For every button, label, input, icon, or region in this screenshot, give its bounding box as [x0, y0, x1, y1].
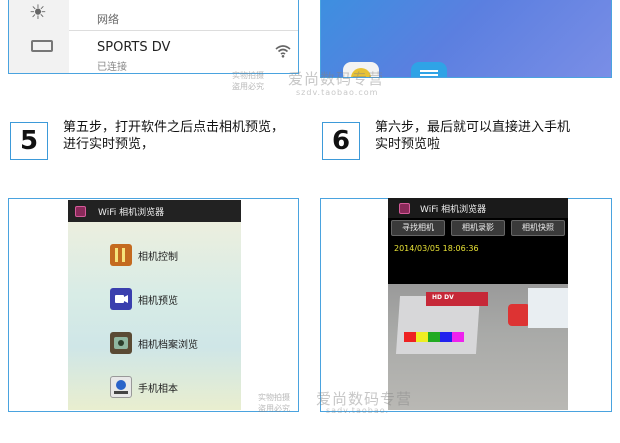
home-screen-screenshot	[320, 0, 612, 78]
camera-record-button[interactable]: 相机录影	[451, 220, 505, 236]
video-camera-icon	[110, 288, 132, 310]
brightness-icon: ☀	[29, 0, 47, 24]
app-logo-icon	[399, 203, 410, 214]
app-launcher-screenshot: WiFi 相机浏览器 相机控制 相机预览 相机档案浏览 手机相本	[68, 200, 241, 410]
watermark-url: szdv.taobao.com	[296, 88, 379, 97]
step-6-text: 第六步，最后就可以直接进入手机 实时预览啦	[375, 120, 571, 152]
watermark-small: 实物拍摄 盗用必究	[232, 71, 264, 91]
app-logo-icon	[75, 206, 86, 217]
app-title-bar: WiFi 相机浏览器	[388, 198, 568, 218]
keyboard-icon	[31, 40, 53, 52]
preview-timestamp: 2014/03/05 18:06:36	[394, 244, 479, 253]
watermark-small: 实物拍摄 盗用必究	[258, 393, 290, 413]
menu-label: 相机档案浏览	[138, 340, 198, 351]
app-title: WiFi 相机浏览器	[98, 208, 165, 218]
menu-label: 手机相本	[138, 384, 178, 395]
divider	[69, 30, 298, 31]
app-title-bar: WiFi 相机浏览器	[68, 200, 241, 222]
preview-monitor	[528, 288, 568, 328]
live-preview-screenshot: WiFi 相机浏览器 寻找相机 相机录影 相机快照 2014/03/05 18:…	[388, 198, 568, 410]
preview-color-strip	[404, 332, 464, 342]
preview-red-object	[508, 304, 530, 326]
step-5-number: 5	[10, 122, 48, 160]
preview-box-label: HD DV	[432, 294, 454, 301]
wifi-settings-screenshot: ☀ 网络 SPORTS DV 已连接	[8, 0, 299, 74]
album-icon	[110, 376, 132, 398]
app-title: WiFi 相机浏览器	[420, 205, 487, 215]
live-camera-preview: HD DV	[388, 284, 568, 410]
wifi-signal-icon	[275, 44, 291, 62]
menu-label: 相机控制	[138, 252, 178, 263]
camera-control-icon	[110, 244, 132, 266]
app-icon[interactable]	[411, 62, 447, 77]
step-5-text: 第五步，打开软件之后点击相机预览， 进行实时预览，	[63, 120, 285, 152]
find-camera-button[interactable]: 寻找相机	[391, 220, 445, 236]
watermark-url: sadv.taobao.	[326, 406, 390, 415]
wifi-network-name[interactable]: SPORTS DV	[97, 40, 170, 55]
menu-label: 相机预览	[138, 296, 178, 307]
camera-snapshot-button[interactable]: 相机快照	[511, 220, 565, 236]
archive-icon	[110, 332, 132, 354]
watermark-shop-name: 爱尚数码专营	[288, 70, 385, 88]
step-6-number: 6	[322, 122, 360, 160]
network-section-header: 网络	[97, 13, 119, 26]
wifi-connection-status: 已连接	[97, 62, 127, 73]
